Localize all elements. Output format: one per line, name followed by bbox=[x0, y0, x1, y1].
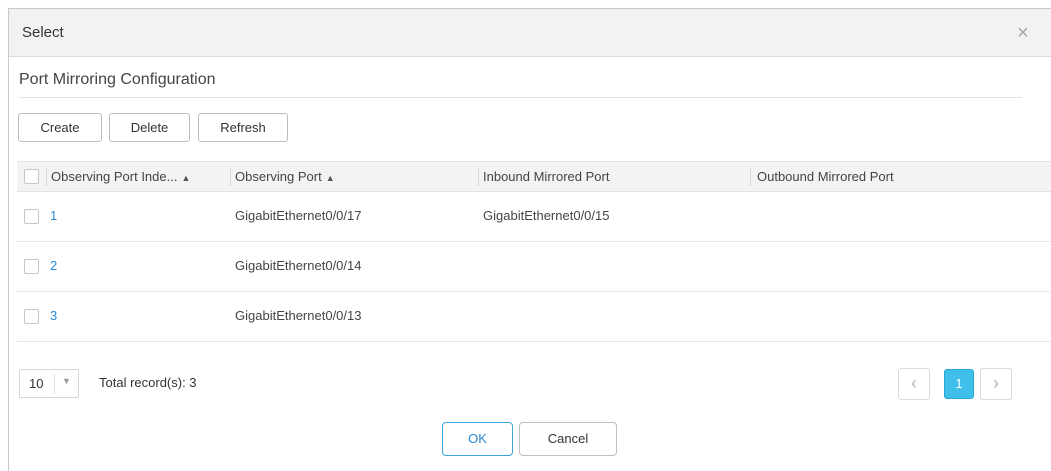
sort-asc-icon[interactable]: ▲ bbox=[326, 173, 335, 183]
page-size-value: 10 bbox=[29, 376, 44, 391]
inbound-mirrored-port-cell: GigabitEthernet0/0/15 bbox=[483, 208, 610, 223]
chevron-down-icon[interactable]: ▼ bbox=[62, 376, 71, 386]
column-header-label: Observing Port Inde... bbox=[51, 169, 178, 184]
table-row[interactable]: 3 GigabitEthernet0/0/13 bbox=[17, 292, 1051, 342]
column-divider bbox=[46, 169, 47, 186]
column-header-label: Observing Port bbox=[235, 169, 322, 184]
row-checkbox[interactable] bbox=[24, 259, 39, 274]
section-title: Port Mirroring Configuration bbox=[19, 71, 216, 88]
select-all-checkbox[interactable] bbox=[24, 169, 39, 184]
ok-button[interactable]: OK bbox=[442, 422, 513, 456]
column-header-observing-port-index[interactable]: Observing Port Inde... ▲ bbox=[51, 169, 190, 184]
observing-port-index-link[interactable]: 2 bbox=[50, 258, 57, 273]
column-divider bbox=[230, 169, 231, 186]
column-divider bbox=[478, 169, 479, 186]
total-records: Total record(s): 3 bbox=[99, 375, 197, 390]
table-row[interactable]: 1 GigabitEthernet0/0/17 GigabitEthernet0… bbox=[17, 192, 1051, 242]
page-size-divider bbox=[54, 374, 55, 394]
observing-port-index-link[interactable]: 1 bbox=[50, 208, 57, 223]
page-size-select[interactable]: 10 ▼ bbox=[19, 369, 79, 398]
column-header-inbound-mirrored-port[interactable]: Inbound Mirrored Port bbox=[483, 169, 609, 184]
current-page-button[interactable]: 1 bbox=[944, 369, 974, 399]
select-dialog: Select × Port Mirroring Configuration Cr… bbox=[8, 8, 1051, 471]
table-row[interactable]: 2 GigabitEthernet0/0/14 bbox=[17, 242, 1051, 292]
dialog-titlebar: Select × bbox=[9, 9, 1051, 57]
column-header-outbound-mirrored-port[interactable]: Outbound Mirrored Port bbox=[757, 169, 894, 184]
row-checkbox[interactable] bbox=[24, 209, 39, 224]
refresh-button[interactable]: Refresh bbox=[198, 113, 288, 142]
create-button[interactable]: Create bbox=[18, 113, 102, 142]
dialog-title: Select bbox=[22, 24, 64, 41]
observing-port-index-link[interactable]: 3 bbox=[50, 308, 57, 323]
observing-port-cell: GigabitEthernet0/0/14 bbox=[235, 258, 362, 273]
chevron-right-icon[interactable]: › bbox=[980, 368, 1012, 400]
row-checkbox[interactable] bbox=[24, 309, 39, 324]
delete-button[interactable]: Delete bbox=[109, 113, 190, 142]
column-divider bbox=[750, 169, 751, 186]
sort-asc-icon[interactable]: ▲ bbox=[181, 173, 190, 183]
observing-port-cell: GigabitEthernet0/0/17 bbox=[235, 208, 362, 223]
section-divider bbox=[19, 97, 1022, 98]
observing-port-cell: GigabitEthernet0/0/13 bbox=[235, 308, 362, 323]
close-icon[interactable]: × bbox=[1013, 23, 1033, 44]
column-header-observing-port[interactable]: Observing Port ▲ bbox=[235, 169, 335, 184]
cancel-button[interactable]: Cancel bbox=[519, 422, 617, 456]
chevron-left-icon[interactable]: ‹ bbox=[898, 368, 930, 400]
table-header: Observing Port Inde... ▲ Observing Port ▲ … bbox=[17, 161, 1051, 192]
